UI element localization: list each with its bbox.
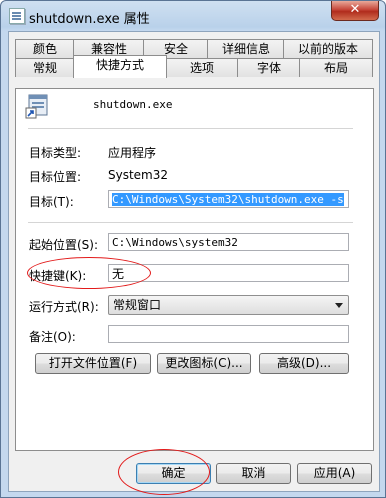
target-location-value: System32 xyxy=(108,168,169,182)
target-location-label: 目标位置: xyxy=(29,170,82,184)
target-value: C:\Windows\System32\shutdown.exe -s xyxy=(112,193,344,206)
target-field[interactable]: C:\Windows\System32\shutdown.exe -s xyxy=(108,190,349,208)
properties-window: shutdown.exe 属性 ✕ 颜色 兼容性 安全 详细信息 以前的版本 常… xyxy=(0,0,386,498)
tab-shortcut[interactable]: 快捷方式 xyxy=(73,55,167,78)
apply-button[interactable]: 应用(A) xyxy=(297,463,372,484)
window-title: shutdown.exe 属性 xyxy=(29,12,150,27)
cancel-button[interactable]: 取消 xyxy=(216,463,291,484)
tab-row-back: 颜色 兼容性 安全 详细信息 以前的版本 xyxy=(9,39,379,58)
tab-options[interactable]: 选项 xyxy=(165,58,239,77)
close-icon: ✕ xyxy=(349,2,361,17)
run-mode-select[interactable]: 常规窗口 xyxy=(108,295,349,315)
tab-previous-versions[interactable]: 以前的版本 xyxy=(283,39,373,58)
annotation-circle-ok xyxy=(118,449,210,495)
tab-colors[interactable]: 颜色 xyxy=(15,39,75,58)
chevron-down-icon xyxy=(335,303,343,308)
start-in-field[interactable]: C:\Windows\system32 xyxy=(108,233,349,251)
annotation-circle-hotkey xyxy=(27,257,151,289)
comment-field[interactable] xyxy=(108,325,349,343)
run-label: 运行方式(R): xyxy=(29,300,99,314)
separator xyxy=(28,222,353,223)
target-type-value: 应用程序 xyxy=(108,146,157,160)
title-bar[interactable]: shutdown.exe 属性 ✕ xyxy=(1,1,385,31)
target-label: 目标(T): xyxy=(29,195,74,209)
tab-general[interactable]: 常规 xyxy=(15,58,75,77)
open-file-location-button[interactable]: 打开文件位置(F) xyxy=(35,353,151,374)
run-mode-value: 常规窗口 xyxy=(113,298,162,312)
tab-layout[interactable]: 布局 xyxy=(299,58,373,77)
change-icon-button[interactable]: 更改图标(C)... xyxy=(157,353,251,374)
comment-label: 备注(O): xyxy=(29,330,76,344)
window-icon xyxy=(9,8,25,24)
tab-details[interactable]: 详细信息 xyxy=(207,39,285,58)
close-button[interactable]: ✕ xyxy=(331,1,379,21)
tab-font[interactable]: 字体 xyxy=(237,58,301,77)
advanced-button[interactable]: 高级(D)... xyxy=(259,353,349,374)
separator xyxy=(28,128,353,129)
shortcut-name: shutdown.exe xyxy=(93,98,173,111)
target-type-label: 目标类型: xyxy=(29,146,82,160)
start-in-label: 起始位置(S): xyxy=(29,238,99,252)
application-shortcut-icon xyxy=(25,93,51,119)
tab-row-front: 常规 快捷方式 选项 字体 布局 xyxy=(9,55,379,78)
